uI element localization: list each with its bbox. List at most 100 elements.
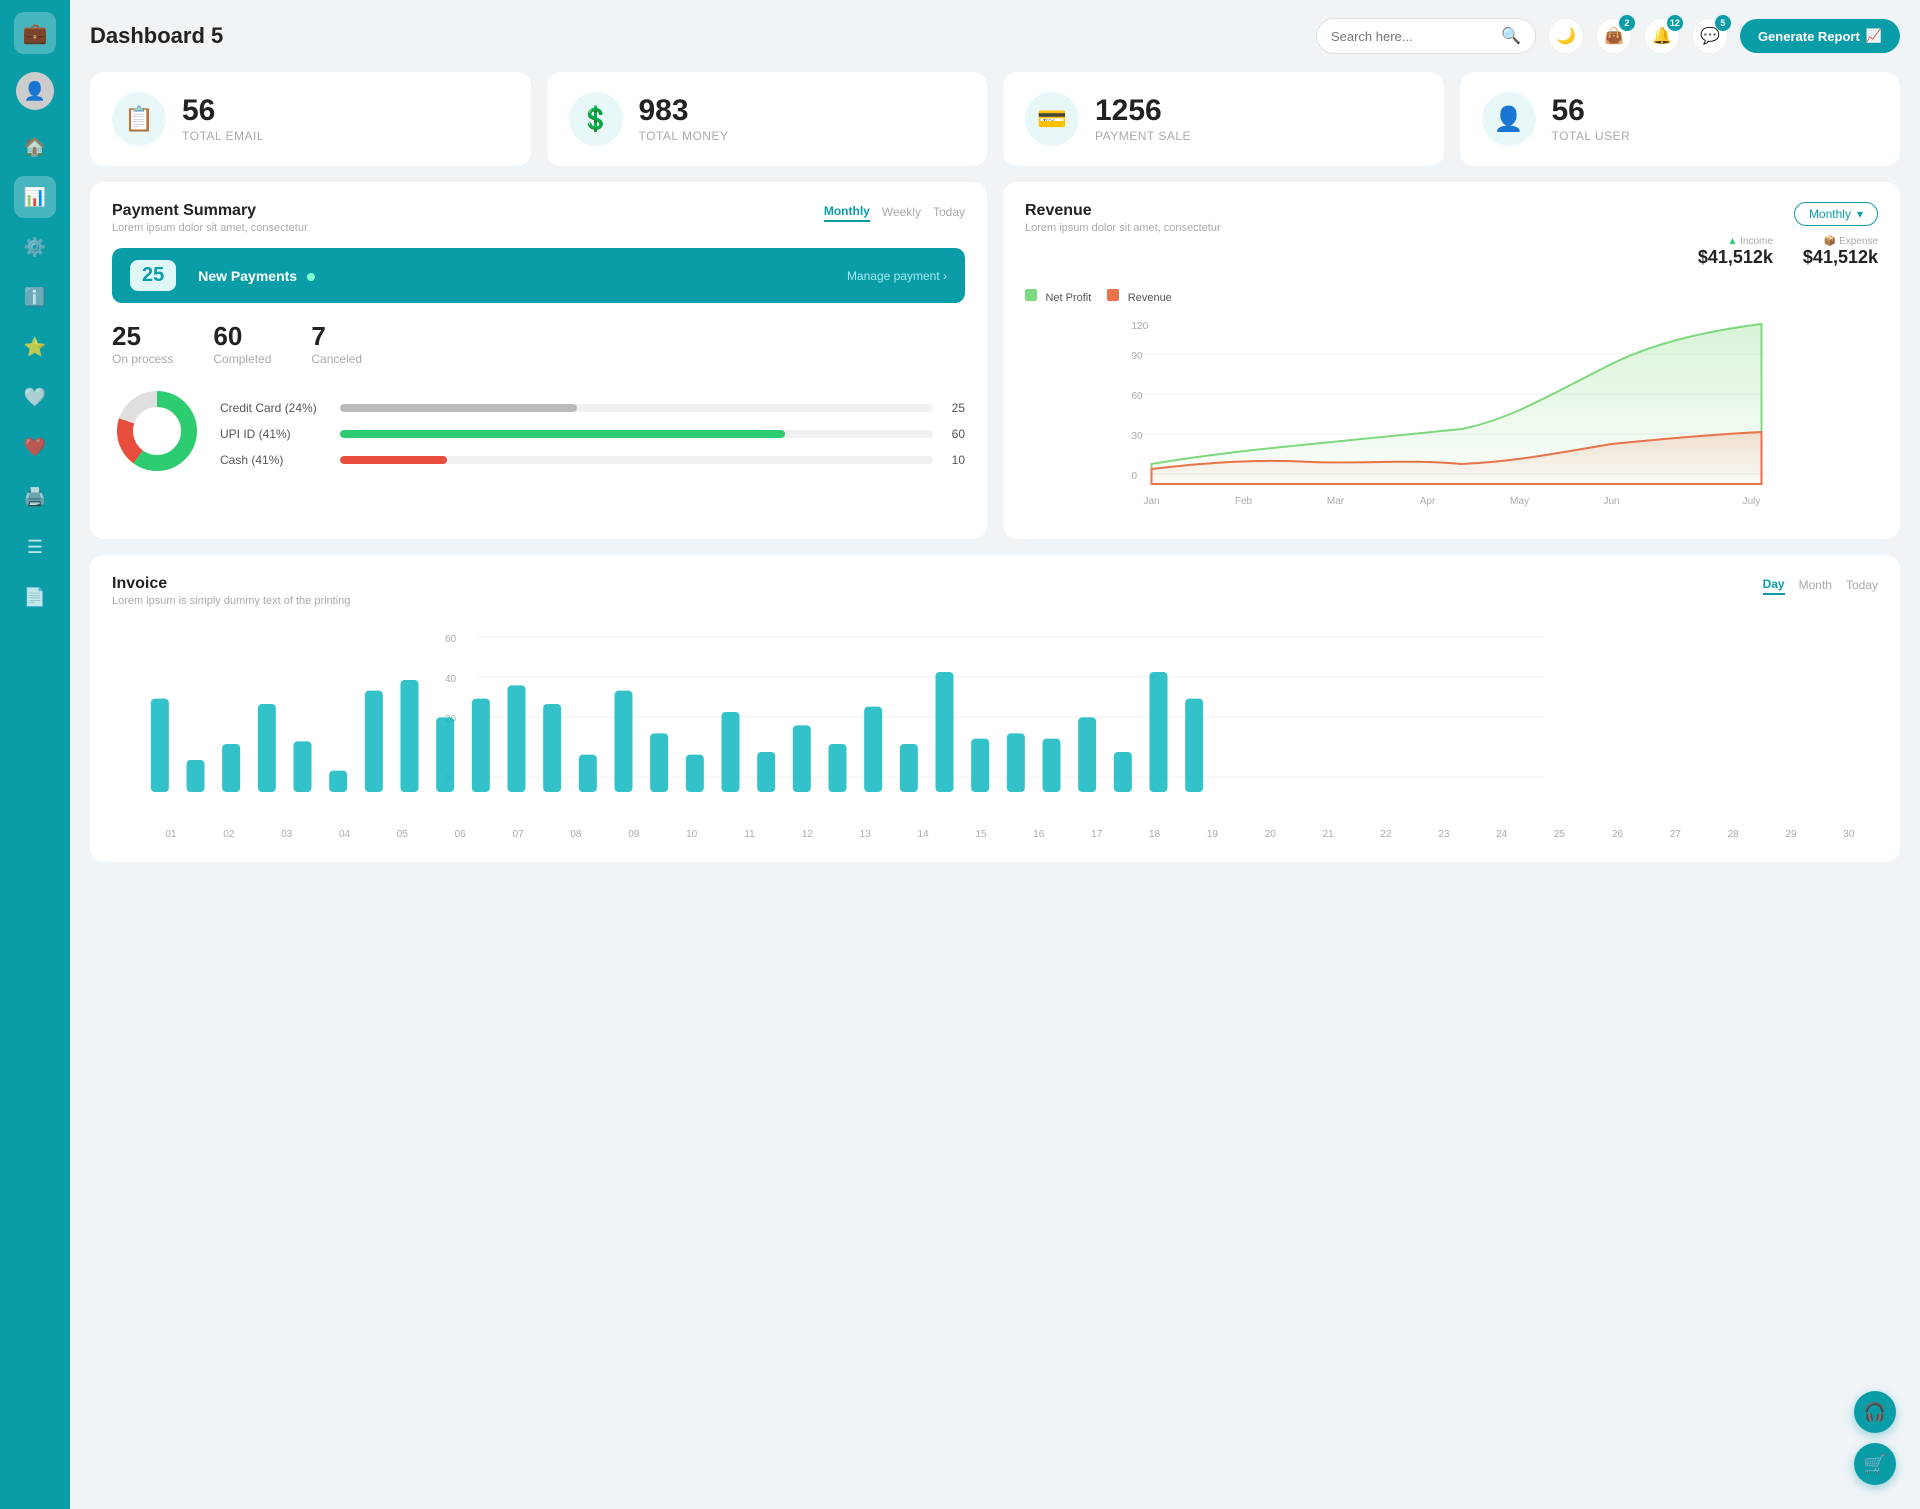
bell-btn[interactable]: 🔔 12 [1644, 18, 1680, 54]
stat-card-money: 💲 983 TOTAL MONEY [547, 72, 988, 166]
stat-canceled: 7 Canceled [311, 321, 362, 366]
svg-text:60: 60 [1132, 391, 1144, 402]
wallet-badge: 2 [1619, 15, 1635, 31]
revenue-label: Revenue [1128, 292, 1172, 304]
tab-day[interactable]: Day [1763, 575, 1785, 595]
tab-weekly[interactable]: Weekly [882, 202, 921, 222]
dark-mode-btn[interactable]: 🌙 [1548, 18, 1584, 54]
search-icon: 🔍 [1501, 26, 1521, 46]
svg-text:May: May [1510, 496, 1529, 507]
stat-user-info: 56 TOTAL USER [1552, 96, 1631, 143]
expense-value: $41,512k [1803, 247, 1878, 268]
upi-val: 60 [943, 427, 965, 441]
revenue-header: Revenue Lorem ipsum dolor sit amet, cons… [1025, 202, 1878, 278]
income-label: ▲ Income [1698, 236, 1773, 247]
credit-card-val: 25 [943, 401, 965, 415]
revenue-monthly-dropdown[interactable]: Monthly ▾ [1794, 202, 1878, 226]
legend: Net Profit Revenue [1025, 288, 1878, 306]
net-profit-legend: Net Profit [1025, 288, 1091, 306]
svg-text:30: 30 [1132, 431, 1144, 442]
svg-text:90: 90 [1132, 351, 1144, 362]
payment-tabs: Monthly Weekly Today [824, 202, 965, 222]
sidebar-item-info[interactable]: ℹ️ [14, 276, 56, 318]
income-value: $41,512k [1698, 247, 1773, 268]
tab-month[interactable]: Month [1799, 575, 1832, 595]
svg-text:July: July [1743, 496, 1761, 507]
support-fab[interactable]: 🎧 [1854, 1391, 1896, 1433]
invoice-card: Invoice Lorem ipsum is simply dummy text… [90, 555, 1900, 862]
methods-list: Credit Card (24%) 25 UPI ID (41%) 60 [220, 401, 965, 467]
content-grid: Payment Summary Lorem ipsum dolor sit am… [90, 182, 1900, 539]
stat-cards: 📋 56 TOTAL EMAIL 💲 983 TOTAL MONEY 💳 125… [90, 72, 1900, 166]
manage-payment-link[interactable]: Manage payment › [847, 269, 947, 283]
stat-payment-info: 1256 PAYMENT SALE [1095, 96, 1191, 143]
generate-report-button[interactable]: Generate Report 📈 [1740, 19, 1900, 53]
expense-item: 📦 Expense $41,512k [1803, 236, 1878, 268]
cash-bar [340, 456, 447, 464]
sidebar-item-menu[interactable]: ☰ [14, 526, 56, 568]
sidebar-item-analytics[interactable]: 📊 [14, 176, 56, 218]
canceled-num: 7 [311, 321, 362, 352]
income-item: ▲ Income $41,512k [1698, 236, 1773, 268]
invoice-bar-chart [142, 632, 1878, 822]
new-payments-label: New Payments [198, 268, 315, 284]
stat-card-user: 👤 56 TOTAL USER [1460, 72, 1901, 166]
payment-summary-header: Payment Summary Lorem ipsum dolor sit am… [112, 202, 965, 234]
on-process-label: On process [112, 352, 173, 366]
revenue-title: Revenue [1025, 202, 1221, 220]
sidebar-item-star[interactable]: ⭐ [14, 326, 56, 368]
invoice-bars-container: 0102030405060708091011121314151617181920… [112, 632, 1878, 842]
method-credit-card: Credit Card (24%) 25 [220, 401, 965, 415]
cart-fab[interactable]: 🛒 [1854, 1443, 1896, 1485]
payment-summary-title: Payment Summary [112, 202, 308, 220]
chat-btn[interactable]: 💬 5 [1692, 18, 1728, 54]
sidebar-item-heart[interactable]: 🤍 [14, 376, 56, 418]
payment-label: PAYMENT SALE [1095, 129, 1191, 143]
payment-methods: Credit Card (24%) 25 UPI ID (41%) 60 [112, 386, 965, 481]
stat-card-payment: 💳 1256 PAYMENT SALE [1003, 72, 1444, 166]
income-expense: ▲ Income $41,512k 📦 Expense $41,512k [1698, 236, 1878, 268]
page-title: Dashboard 5 [90, 23, 223, 49]
sidebar-item-print[interactable]: 🖨️ [14, 476, 56, 518]
donut-chart [112, 386, 202, 481]
canceled-label: Canceled [311, 352, 362, 366]
email-icon: 📋 [112, 92, 166, 146]
stat-email-info: 56 TOTAL EMAIL [182, 96, 264, 143]
avatar[interactable]: 👤 [16, 72, 54, 110]
payment-summary-card: Payment Summary Lorem ipsum dolor sit am… [90, 182, 987, 539]
header: Dashboard 5 🔍 🌙 👜 2 🔔 12 💬 5 Generate Re… [90, 18, 1900, 54]
stat-completed: 60 Completed [213, 321, 271, 366]
payment-summary-titles: Payment Summary Lorem ipsum dolor sit am… [112, 202, 308, 234]
upi-label: UPI ID (41%) [220, 427, 330, 441]
app-logo[interactable]: 💼 [14, 12, 56, 54]
search-box[interactable]: 🔍 [1316, 18, 1536, 54]
cash-label: Cash (41%) [220, 453, 330, 467]
credit-card-bar-bg [340, 404, 933, 412]
upi-bar-bg [340, 430, 933, 438]
tab-today[interactable]: Today [933, 202, 965, 222]
payment-stats-row: 25 On process 60 Completed 7 Canceled [112, 321, 965, 366]
revenue-legend: Revenue [1107, 288, 1172, 306]
fab-group: 🎧 🛒 [1854, 1391, 1896, 1485]
tab-monthly[interactable]: Monthly [824, 202, 870, 222]
sidebar-item-settings[interactable]: ⚙️ [14, 226, 56, 268]
wallet-btn[interactable]: 👜 2 [1596, 18, 1632, 54]
stat-card-email: 📋 56 TOTAL EMAIL [90, 72, 531, 166]
sidebar-item-home[interactable]: 🏠 [14, 126, 56, 168]
generate-report-label: Generate Report [1758, 29, 1860, 44]
svg-text:Apr: Apr [1420, 496, 1436, 507]
tab-today[interactable]: Today [1846, 575, 1878, 595]
search-input[interactable] [1331, 29, 1493, 44]
payment-banner: 25 New Payments Manage payment › [112, 248, 965, 303]
net-profit-dot [1025, 289, 1037, 301]
svg-text:Feb: Feb [1235, 496, 1253, 507]
main-content: Dashboard 5 🔍 🌙 👜 2 🔔 12 💬 5 Generate Re… [70, 0, 1920, 1509]
svg-text:Jan: Jan [1143, 496, 1159, 507]
method-upi: UPI ID (41%) 60 [220, 427, 965, 441]
sidebar-item-heart2[interactable]: ❤️ [14, 426, 56, 468]
svg-text:120: 120 [1132, 321, 1149, 332]
header-actions: 🔍 🌙 👜 2 🔔 12 💬 5 Generate Report 📈 [1316, 18, 1900, 54]
sidebar-item-docs[interactable]: 📄 [14, 576, 56, 618]
invoice-subtitle: Lorem ipsum is simply dummy text of the … [112, 595, 350, 607]
sidebar: 💼 👤 🏠 📊 ⚙️ ℹ️ ⭐ 🤍 ❤️ 🖨️ ☰ 📄 [0, 0, 70, 1509]
